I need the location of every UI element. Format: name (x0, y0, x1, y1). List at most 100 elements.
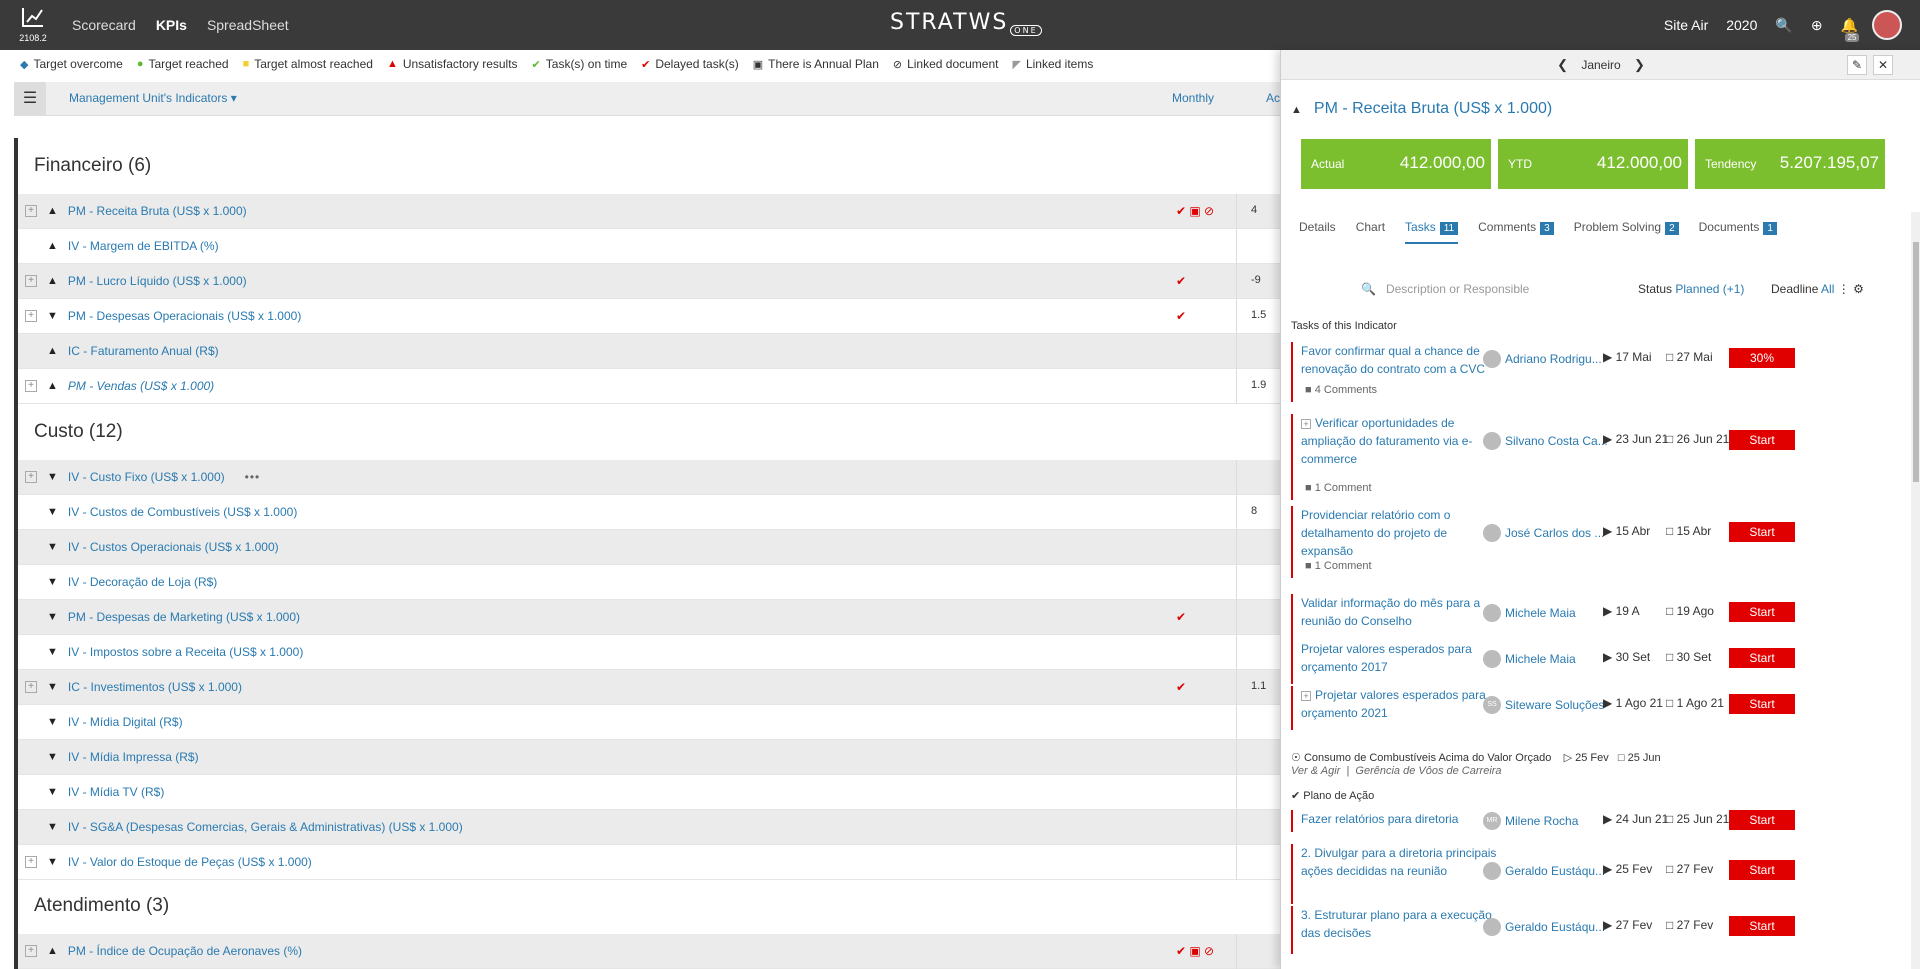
kpi-name[interactable]: IV - Mídia Digital (R$) (68, 715, 183, 729)
task-comments[interactable]: ■ 1 Comment (1305, 482, 1372, 494)
kpi-row[interactable]: + ▲ PM - Lucro Líquido (US$ x 1.000) ✔ -9 (18, 264, 1280, 299)
kpi-row[interactable]: ▼ IV - Mídia Impressa (R$) (18, 740, 1280, 775)
kpi-row[interactable]: ▼ IV - Mídia Digital (R$) (18, 705, 1280, 740)
expand-icon[interactable]: + (25, 471, 37, 483)
task-comments[interactable]: ■ 1 Comment (1305, 560, 1372, 572)
nav-scorecard[interactable]: Scorecard (62, 17, 146, 33)
kpi-name[interactable]: IV - Valor do Estoque de Peças (US$ x 1.… (68, 855, 312, 869)
nav-spreadsheet[interactable]: SpreadSheet (197, 17, 299, 33)
task-title[interactable]: Favor confirmar qual a chance de renovaç… (1301, 342, 1501, 378)
kpi-name[interactable]: PM - Despesas de Marketing (US$ x 1.000) (68, 610, 300, 624)
task-item[interactable]: Validar informação do mês para a reunião… (1291, 594, 1891, 642)
tab-details[interactable]: Details (1299, 220, 1336, 244)
expand-icon[interactable]: + (25, 856, 37, 868)
status-filter[interactable]: Status Planned (+1) (1638, 282, 1744, 296)
kpi-name[interactable]: PM - Vendas (US$ x 1.000) (68, 379, 214, 393)
expand-icon[interactable]: + (25, 275, 37, 287)
task-title[interactable]: Fazer relatórios para diretoria (1301, 810, 1501, 828)
task-responsible[interactable]: Silvano Costa Ca... (1483, 432, 1613, 450)
kpi-row[interactable]: + ▲ PM - Índice de Ocupação de Aeronaves (… (18, 934, 1280, 969)
task-item[interactable]: Providenciar relatório com o detalhament… (1291, 506, 1891, 578)
group-header[interactable]: ☉ Consumo de Combustíveis Acima do Valor… (1291, 751, 1661, 764)
bell-icon[interactable]: 🔔 25 (1841, 17, 1860, 42)
kpi-row[interactable]: + ▼ IV - Valor do Estoque de Peças (US$ x … (18, 845, 1280, 880)
kpi-row[interactable]: ▼ IV - Mídia TV (R$) (18, 775, 1280, 810)
kpi-row[interactable]: ▼ IV - SG&A (Despesas Comercias, Gerais &… (18, 810, 1280, 845)
kpi-name[interactable]: IV - Impostos sobre a Receita (US$ x 1.0… (68, 645, 303, 659)
task-start-button[interactable]: 30% (1729, 348, 1795, 368)
kpi-name[interactable]: IV - Custo Fixo (US$ x 1.000) (68, 470, 225, 484)
kpi-row[interactable]: + ▼ IC - Investimentos (US$ x 1.000) ✔ 1.1 (18, 670, 1280, 705)
kpi-name[interactable]: IV - Custos de Combustíveis (US$ x 1.000… (68, 505, 297, 519)
task-title[interactable]: + Projetar valores esperados para orçamen… (1301, 686, 1501, 722)
kpi-row[interactable]: ▼ IV - Custos de Combustíveis (US$ x 1.00… (18, 495, 1280, 530)
kpi-name[interactable]: PM - Índice de Ocupação de Aeronaves (%) (68, 944, 302, 958)
kpi-name[interactable]: IV - Mídia Impressa (R$) (68, 750, 199, 764)
task-title[interactable]: 2. Divulgar para a diretoria principais … (1301, 844, 1501, 880)
task-item[interactable]: 2. Divulgar para a diretoria principais … (1291, 844, 1891, 904)
edit-icon[interactable]: ✎ (1847, 55, 1867, 75)
expand-icon[interactable]: + (25, 681, 37, 693)
task-title[interactable]: Projetar valores esperados para orçament… (1301, 640, 1501, 676)
more-icon[interactable]: ••• (245, 470, 261, 484)
kpi-name[interactable]: IV - SG&A (Despesas Comercias, Gerais & … (68, 820, 463, 834)
task-start-button[interactable]: Start (1729, 860, 1795, 880)
task-start-button[interactable]: Start (1729, 522, 1795, 542)
task-item[interactable]: + Projetar valores esperados para orçamen… (1291, 686, 1891, 730)
kpi-name[interactable]: IC - Faturamento Anual (R$) (68, 344, 219, 358)
task-responsible[interactable]: SS Siteware Soluções (1483, 696, 1613, 714)
kpi-name[interactable]: IV - Decoração de Loja (R$) (68, 575, 217, 589)
expand-icon[interactable]: + (25, 945, 37, 957)
task-start-button[interactable]: Start (1729, 810, 1795, 830)
panel-scrollbar[interactable] (1911, 212, 1920, 969)
tab-problem-solving[interactable]: Problem Solving 2 (1574, 220, 1679, 244)
kpi-name[interactable]: IC - Investimentos (US$ x 1.000) (68, 680, 242, 694)
kpi-row[interactable]: ▼ IV - Decoração de Loja (R$) (18, 565, 1280, 600)
task-item[interactable]: Favor confirmar qual a chance de renovaç… (1291, 342, 1891, 402)
task-start-button[interactable]: Start (1729, 430, 1795, 450)
expand-icon[interactable]: + (25, 205, 37, 217)
task-title[interactable]: 3. Estruturar plano para a execução das … (1301, 906, 1501, 942)
task-start-button[interactable]: Start (1729, 694, 1795, 714)
task-responsible[interactable]: MR Milene Rocha (1483, 812, 1613, 830)
task-responsible[interactable]: Michele Maia (1483, 650, 1613, 668)
task-start-button[interactable]: Start (1729, 916, 1795, 936)
kpi-name[interactable]: IV - Mídia TV (R$) (68, 785, 164, 799)
site-selector[interactable]: Site Air (1664, 17, 1708, 33)
task-start-button[interactable]: Start (1729, 648, 1795, 668)
task-search[interactable]: 🔍 Description or Responsible (1361, 282, 1529, 296)
add-icon[interactable]: ⊕ (1811, 17, 1823, 34)
year-selector[interactable]: 2020 (1726, 17, 1757, 33)
task-title[interactable]: Providenciar relatório com o detalhament… (1301, 506, 1501, 560)
kpi-row[interactable]: ▲ IC - Faturamento Anual (R$) (18, 334, 1280, 369)
next-month-icon[interactable]: ❯ (1634, 57, 1645, 72)
kpi-name[interactable]: PM - Despesas Operacionais (US$ x 1.000) (68, 309, 301, 323)
kpi-name[interactable]: IV - Custos Operacionais (US$ x 1.000) (68, 540, 279, 554)
prev-month-icon[interactable]: ❮ (1557, 57, 1568, 72)
expand-icon[interactable]: + (25, 310, 37, 322)
kpi-row[interactable]: + ▲ PM - Receita Bruta (US$ x 1.000) ✔ ▣ ⊘ 4 (18, 194, 1280, 229)
kpi-row[interactable]: ▼ IV - Impostos sobre a Receita (US$ x 1.… (18, 635, 1280, 670)
task-responsible[interactable]: José Carlos dos ... (1483, 524, 1613, 542)
task-start-button[interactable]: Start (1729, 602, 1795, 622)
task-item[interactable]: 3. Estruturar plano para a execução das … (1291, 906, 1891, 954)
nav-kpis[interactable]: KPIs (146, 17, 197, 33)
user-avatar[interactable] (1872, 10, 1902, 40)
period-column-header[interactable]: Monthly (1172, 91, 1214, 105)
task-item[interactable]: Projetar valores esperados para orçament… (1291, 640, 1891, 684)
kpi-row[interactable]: ▲ IV - Margem de EBITDA (%) (18, 229, 1280, 264)
kpi-row[interactable]: ▼ IV - Custos Operacionais (US$ x 1.000) (18, 530, 1280, 565)
task-comments[interactable]: ■ 4 Comments (1305, 384, 1377, 396)
task-responsible[interactable]: Michele Maia (1483, 604, 1613, 622)
tab-documents[interactable]: Documents 1 (1699, 220, 1777, 244)
app-logo[interactable]: 2108.2 (16, 6, 50, 46)
deadline-filter[interactable]: Deadline All ⋮ ⚙ (1771, 282, 1864, 296)
kpi-row[interactable]: + ▼ PM - Despesas Operacionais (US$ x 1.00… (18, 299, 1280, 334)
tab-comments[interactable]: Comments 3 (1478, 220, 1554, 244)
task-title[interactable]: + Verificar oportunidades de ampliação do… (1301, 414, 1501, 468)
kpi-row[interactable]: + ▼ IV - Custo Fixo (US$ x 1.000) ••• (18, 460, 1280, 495)
kpi-name[interactable]: PM - Receita Bruta (US$ x 1.000) (68, 204, 247, 218)
tab-chart[interactable]: Chart (1356, 220, 1385, 244)
kpi-row[interactable]: ▼ PM - Despesas de Marketing (US$ x 1.000… (18, 600, 1280, 635)
kpi-name[interactable]: IV - Margem de EBITDA (%) (68, 239, 219, 253)
